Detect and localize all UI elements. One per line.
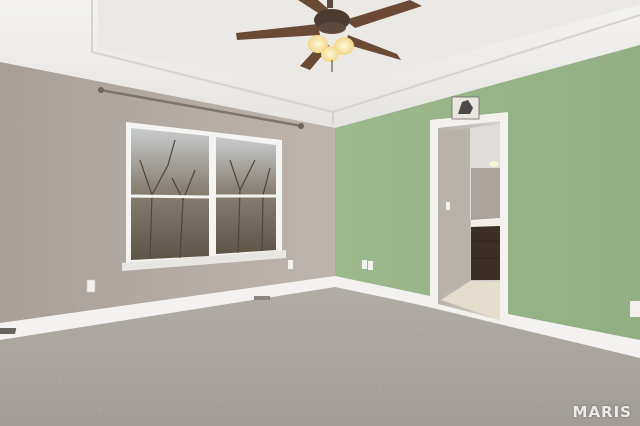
wall-outlet [362,260,367,269]
window [122,122,286,271]
floor-vent [0,328,17,334]
wall-outlet [368,261,373,270]
room-photo: MARIS [0,0,640,426]
wall-outlet [288,260,293,269]
doorway [430,112,508,326]
floor-vent [254,296,270,300]
wall-outlet [630,301,640,317]
wall-sign [451,96,480,120]
wall-outlet [86,279,96,293]
watermark-text: MARIS [572,403,632,421]
room-illustration [0,0,640,426]
